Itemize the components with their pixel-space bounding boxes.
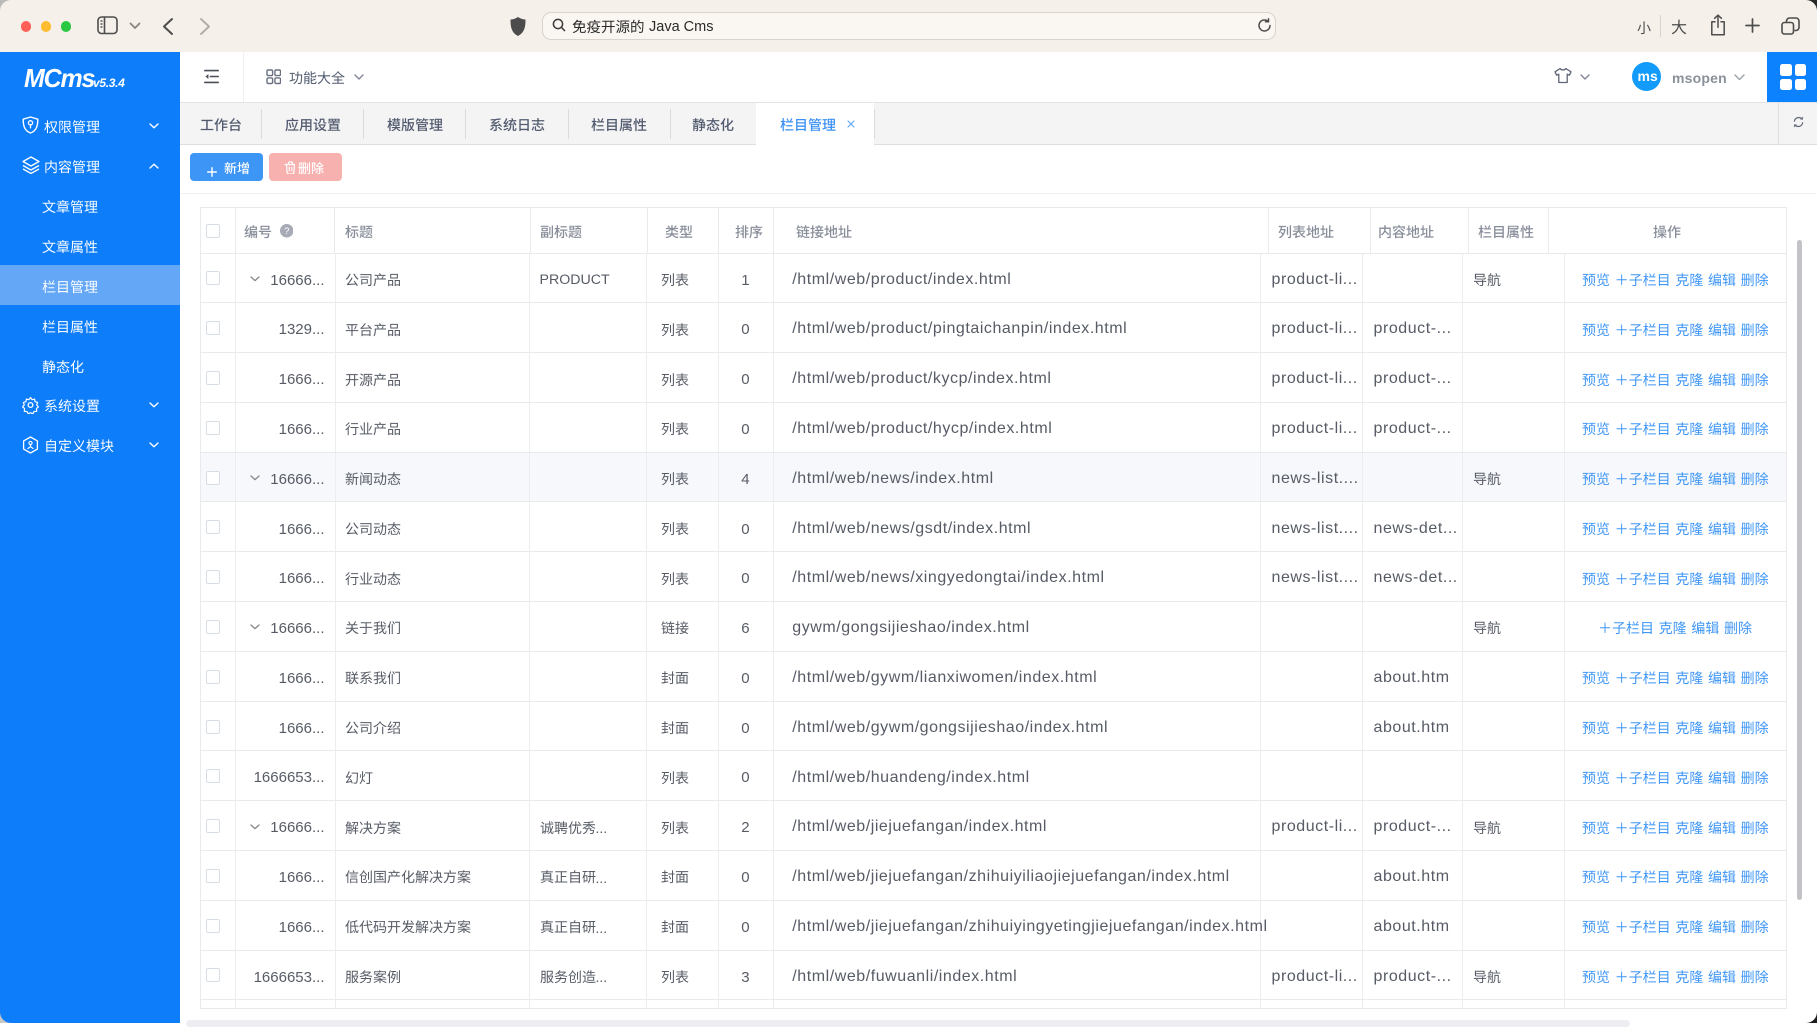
svg-text:?: ? bbox=[284, 226, 289, 237]
